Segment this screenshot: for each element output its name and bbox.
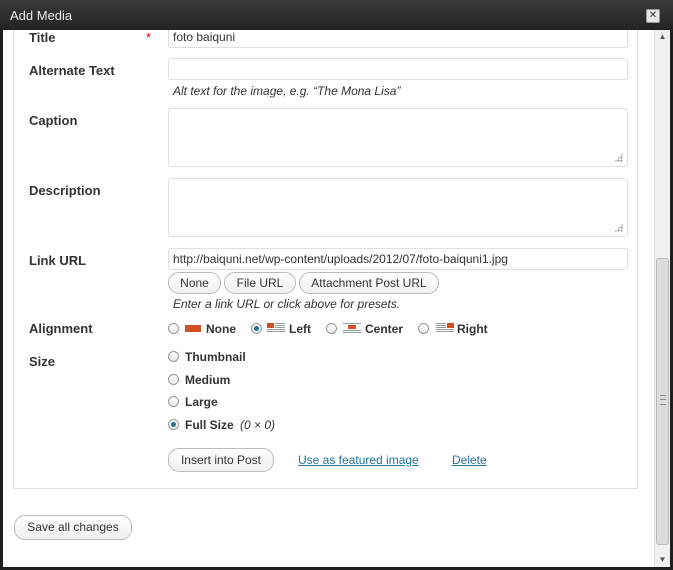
use-as-featured-image-link[interactable]: Use as featured image xyxy=(298,453,419,467)
link-attachment-post-url-button[interactable]: Attachment Post URL xyxy=(299,272,439,294)
scroll-down-icon[interactable]: ▼ xyxy=(655,553,670,567)
align-center-label: Center xyxy=(365,322,404,336)
align-right-radio[interactable] xyxy=(418,323,429,334)
size-medium-label: Medium xyxy=(185,373,231,387)
grip-icon xyxy=(660,395,666,405)
size-thumbnail-radio[interactable] xyxy=(168,351,179,362)
align-left-radio[interactable] xyxy=(251,323,262,334)
size-medium-radio[interactable] xyxy=(168,374,179,385)
align-right-icon xyxy=(436,323,454,332)
scroll-up-icon[interactable]: ▲ xyxy=(655,30,670,44)
link-file-url-button[interactable]: File URL xyxy=(224,272,296,294)
size-large-label: Large xyxy=(185,395,218,409)
scroll-thumb[interactable] xyxy=(656,258,669,545)
link-none-button[interactable]: None xyxy=(168,272,221,294)
align-none-radio[interactable] xyxy=(168,323,179,334)
window-title: Add Media xyxy=(10,8,73,23)
link-url-input[interactable]: http://baiquni.net/wp-content/uploads/20… xyxy=(168,248,628,270)
vertical-scrollbar[interactable]: ▲ ▼ xyxy=(654,30,670,567)
title-label: Title xyxy=(29,30,56,45)
caption-label: Caption xyxy=(29,113,78,128)
align-left-label: Left xyxy=(289,322,311,336)
resize-grip-icon[interactable] xyxy=(614,223,623,232)
align-center-radio[interactable] xyxy=(326,323,337,334)
align-right-label: Right xyxy=(457,322,488,336)
alt-text-input[interactable] xyxy=(168,58,628,80)
delete-link[interactable]: Delete xyxy=(452,453,487,467)
title-bar: Add Media ✕ xyxy=(0,0,673,30)
link-url-help: Enter a link URL or click above for pres… xyxy=(173,297,401,311)
align-left-icon xyxy=(267,323,285,332)
description-label: Description xyxy=(29,183,101,198)
title-input[interactable]: foto baiquni xyxy=(168,30,628,48)
align-none-label: None xyxy=(206,322,236,336)
alignment-label: Alignment xyxy=(29,321,93,336)
required-mark: * xyxy=(146,30,152,45)
align-none-icon xyxy=(185,325,201,332)
size-full-dimensions: (0 × 0) xyxy=(240,418,276,432)
insert-into-post-button[interactable]: Insert into Post xyxy=(168,448,274,472)
close-icon[interactable]: ✕ xyxy=(646,9,660,23)
size-full-label: Full Size xyxy=(185,418,234,432)
description-textarea[interactable] xyxy=(168,178,628,237)
size-thumbnail-label: Thumbnail xyxy=(185,350,246,364)
link-url-label: Link URL xyxy=(29,253,87,268)
caption-textarea[interactable] xyxy=(168,108,628,167)
save-all-changes-button[interactable]: Save all changes xyxy=(14,515,132,540)
resize-grip-icon[interactable] xyxy=(614,153,623,162)
add-media-window: Add Media ✕ Title * foto baiquni Alterna… xyxy=(0,0,673,570)
dialog-content: Title * foto baiquni Alternate Text Alt … xyxy=(3,30,670,567)
alt-text-label: Alternate Text xyxy=(29,63,115,78)
align-center-icon xyxy=(343,323,361,333)
alt-text-help: Alt text for the image, e.g. “The Mona L… xyxy=(173,84,401,98)
size-large-radio[interactable] xyxy=(168,396,179,407)
size-label: Size xyxy=(29,354,56,369)
size-full-radio[interactable] xyxy=(168,419,179,430)
